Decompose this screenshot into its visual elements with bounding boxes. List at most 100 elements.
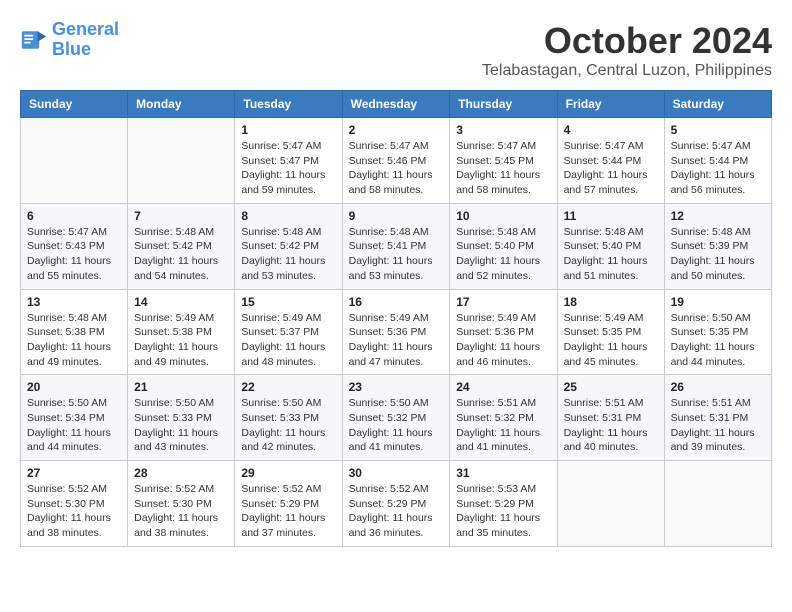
- logo-icon: [20, 26, 48, 54]
- day-number: 18: [564, 295, 658, 309]
- day-info: Sunrise: 5:53 AMSunset: 5:29 PMDaylight:…: [456, 482, 550, 541]
- calendar-cell: 12Sunrise: 5:48 AMSunset: 5:39 PMDayligh…: [664, 203, 771, 289]
- day-number: 16: [349, 295, 444, 309]
- calendar-table: SundayMondayTuesdayWednesdayThursdayFrid…: [20, 90, 772, 547]
- calendar-cell: 14 Sunrise: 5:49 AMSunset: 5:38 PMDayligh…: [128, 289, 235, 375]
- calendar-cell: [21, 118, 128, 204]
- calendar-cell: 19 Sunrise: 5:50 AMSunset: 5:35 PMDayligh…: [664, 289, 771, 375]
- day-number: 5: [671, 123, 765, 137]
- day-number: 10: [456, 209, 550, 223]
- day-info: Sunrise: 5:51 AMSunset: 5:31 PMDaylight:…: [671, 396, 765, 455]
- day-info: Sunrise: 5:49 AMSunset: 5:35 PMDaylight:…: [564, 311, 658, 370]
- calendar-cell: 5 Sunrise: 5:47 AMSunset: 5:44 PMDaylight…: [664, 118, 771, 204]
- day-number: 23: [349, 380, 444, 394]
- day-number: 3: [456, 123, 550, 137]
- day-info: Sunrise: 5:49 AMSunset: 5:38 PMDaylight:…: [134, 311, 228, 370]
- day-number: 21: [134, 380, 228, 394]
- day-info: Sunrise: 5:49 AMSunset: 5:36 PMDaylight:…: [349, 311, 444, 370]
- day-info: Sunrise: 5:50 AMSunset: 5:32 PMDaylight:…: [349, 396, 444, 455]
- calendar-week-row: 6 Sunrise: 5:47 AMSunset: 5:43 PMDaylight…: [21, 203, 772, 289]
- calendar-cell: 9Sunrise: 5:48 AMSunset: 5:41 PMDaylight…: [342, 203, 450, 289]
- day-info: Sunrise: 5:50 AMSunset: 5:33 PMDaylight:…: [241, 396, 335, 455]
- day-number: 9: [349, 209, 444, 223]
- month-title: October 2024: [482, 20, 772, 62]
- calendar-cell: 31 Sunrise: 5:53 AMSunset: 5:29 PMDayligh…: [450, 461, 557, 547]
- logo-text: General Blue: [52, 20, 119, 60]
- day-number: 7: [134, 209, 228, 223]
- calendar-cell: 24 Sunrise: 5:51 AMSunset: 5:32 PMDayligh…: [450, 375, 557, 461]
- weekday-header: Saturday: [664, 91, 771, 118]
- day-info: Sunrise: 5:52 AMSunset: 5:30 PMDaylight:…: [27, 482, 121, 541]
- day-number: 25: [564, 380, 658, 394]
- day-number: 11: [564, 209, 658, 223]
- day-number: 13: [27, 295, 121, 309]
- day-number: 31: [456, 466, 550, 480]
- calendar-cell: 3Sunrise: 5:47 AMSunset: 5:45 PMDaylight…: [450, 118, 557, 204]
- weekday-header: Monday: [128, 91, 235, 118]
- day-info: Sunrise: 5:51 AMSunset: 5:32 PMDaylight:…: [456, 396, 550, 455]
- day-number: 6: [27, 209, 121, 223]
- calendar-cell: 25 Sunrise: 5:51 AMSunset: 5:31 PMDayligh…: [557, 375, 664, 461]
- day-number: 24: [456, 380, 550, 394]
- weekday-header: Friday: [557, 91, 664, 118]
- title-section: October 2024 Telabastagan, Central Luzon…: [482, 20, 772, 80]
- day-info: Sunrise: 5:50 AMSunset: 5:34 PMDaylight:…: [27, 396, 121, 455]
- day-info: Sunrise: 5:52 AMSunset: 5:30 PMDaylight:…: [134, 482, 228, 541]
- day-number: 19: [671, 295, 765, 309]
- day-number: 1: [241, 123, 335, 137]
- calendar-cell: [664, 461, 771, 547]
- calendar-week-row: 27 Sunrise: 5:52 AMSunset: 5:30 PMDayligh…: [21, 461, 772, 547]
- calendar-cell: 10Sunrise: 5:48 AMSunset: 5:40 PMDayligh…: [450, 203, 557, 289]
- day-info: Sunrise: 5:50 AMSunset: 5:35 PMDaylight:…: [671, 311, 765, 370]
- calendar-cell: 27 Sunrise: 5:52 AMSunset: 5:30 PMDayligh…: [21, 461, 128, 547]
- weekday-header: Sunday: [21, 91, 128, 118]
- day-number: 4: [564, 123, 658, 137]
- day-info: Sunrise: 5:48 AMSunset: 5:42 PMDaylight:…: [134, 225, 228, 284]
- day-number: 20: [27, 380, 121, 394]
- day-info: Sunrise: 5:47 AMSunset: 5:43 PMDaylight:…: [27, 225, 121, 284]
- calendar-cell: 15Sunrise: 5:49 AMSunset: 5:37 PMDayligh…: [235, 289, 342, 375]
- day-info: Sunrise: 5:47 AMSunset: 5:44 PMDaylight:…: [671, 139, 765, 198]
- page-header: General Blue October 2024 Telabastagan, …: [20, 20, 772, 80]
- calendar-cell: 6 Sunrise: 5:47 AMSunset: 5:43 PMDaylight…: [21, 203, 128, 289]
- logo: General Blue: [20, 20, 119, 60]
- calendar-cell: 16 Sunrise: 5:49 AMSunset: 5:36 PMDayligh…: [342, 289, 450, 375]
- calendar-week-row: 1Sunrise: 5:47 AMSunset: 5:47 PMDaylight…: [21, 118, 772, 204]
- calendar-cell: 8Sunrise: 5:48 AMSunset: 5:42 PMDaylight…: [235, 203, 342, 289]
- calendar-cell: 29Sunrise: 5:52 AMSunset: 5:29 PMDayligh…: [235, 461, 342, 547]
- day-info: Sunrise: 5:48 AMSunset: 5:38 PMDaylight:…: [27, 311, 121, 370]
- day-info: Sunrise: 5:47 AMSunset: 5:44 PMDaylight:…: [564, 139, 658, 198]
- calendar-cell: 17 Sunrise: 5:49 AMSunset: 5:36 PMDayligh…: [450, 289, 557, 375]
- calendar-cell: 11 Sunrise: 5:48 AMSunset: 5:40 PMDayligh…: [557, 203, 664, 289]
- calendar-cell: 22 Sunrise: 5:50 AMSunset: 5:33 PMDayligh…: [235, 375, 342, 461]
- calendar-cell: 18 Sunrise: 5:49 AMSunset: 5:35 PMDayligh…: [557, 289, 664, 375]
- logo-line2: Blue: [52, 39, 91, 59]
- location-title: Telabastagan, Central Luzon, Philippines: [482, 62, 772, 80]
- day-info: Sunrise: 5:51 AMSunset: 5:31 PMDaylight:…: [564, 396, 658, 455]
- day-number: 30: [349, 466, 444, 480]
- calendar-cell: 7 Sunrise: 5:48 AMSunset: 5:42 PMDaylight…: [128, 203, 235, 289]
- day-number: 28: [134, 466, 228, 480]
- day-info: Sunrise: 5:48 AMSunset: 5:40 PMDaylight:…: [564, 225, 658, 284]
- day-number: 2: [349, 123, 444, 137]
- day-info: Sunrise: 5:49 AMSunset: 5:36 PMDaylight:…: [456, 311, 550, 370]
- day-number: 26: [671, 380, 765, 394]
- day-info: Sunrise: 5:48 AMSunset: 5:42 PMDaylight:…: [241, 225, 335, 284]
- calendar-cell: 21 Sunrise: 5:50 AMSunset: 5:33 PMDayligh…: [128, 375, 235, 461]
- day-number: 14: [134, 295, 228, 309]
- calendar-week-row: 20 Sunrise: 5:50 AMSunset: 5:34 PMDayligh…: [21, 375, 772, 461]
- day-info: Sunrise: 5:47 AMSunset: 5:46 PMDaylight:…: [349, 139, 444, 198]
- calendar-cell: 2 Sunrise: 5:47 AMSunset: 5:46 PMDaylight…: [342, 118, 450, 204]
- day-info: Sunrise: 5:49 AMSunset: 5:37 PMDaylight:…: [241, 311, 335, 370]
- calendar-cell: 28 Sunrise: 5:52 AMSunset: 5:30 PMDayligh…: [128, 461, 235, 547]
- weekday-header: Thursday: [450, 91, 557, 118]
- day-info: Sunrise: 5:48 AMSunset: 5:39 PMDaylight:…: [671, 225, 765, 284]
- calendar-header-row: SundayMondayTuesdayWednesdayThursdayFrid…: [21, 91, 772, 118]
- day-number: 27: [27, 466, 121, 480]
- day-info: Sunrise: 5:50 AMSunset: 5:33 PMDaylight:…: [134, 396, 228, 455]
- day-number: 22: [241, 380, 335, 394]
- calendar-cell: 26 Sunrise: 5:51 AMSunset: 5:31 PMDayligh…: [664, 375, 771, 461]
- day-number: 17: [456, 295, 550, 309]
- calendar-cell: 13 Sunrise: 5:48 AMSunset: 5:38 PMDayligh…: [21, 289, 128, 375]
- calendar-week-row: 13 Sunrise: 5:48 AMSunset: 5:38 PMDayligh…: [21, 289, 772, 375]
